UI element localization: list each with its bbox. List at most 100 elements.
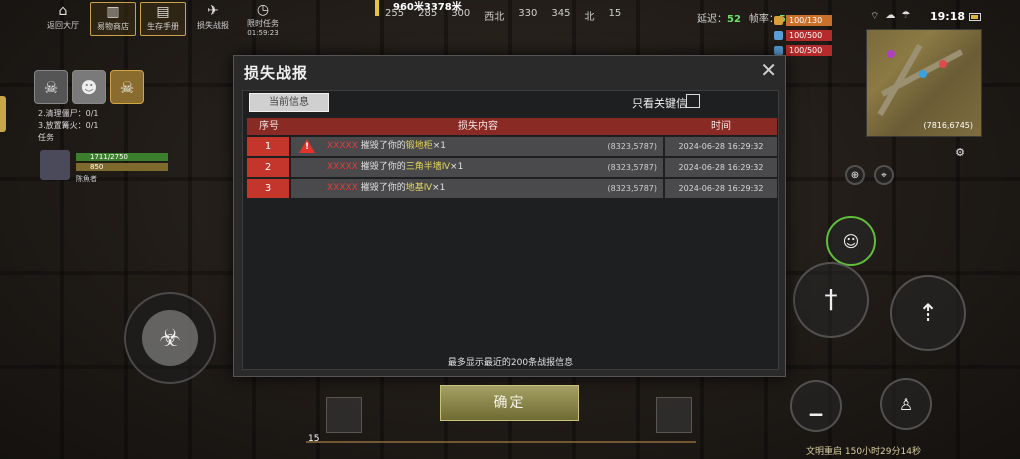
manual-icon: ▤ (156, 4, 170, 20)
team-avatar[interactable]: ☻ (72, 70, 106, 104)
weather-icon: ☂ (901, 10, 911, 21)
row-content: XXXXX 摧毁了你的地基Ⅳ×1 (8323,5787) (291, 179, 665, 198)
location-icon: ⌖ (881, 169, 887, 181)
compass-ticks: 255 285 300 西北 330 345 北 15 (385, 8, 621, 23)
table-row[interactable]: 1 XXXXX 摧毁了你的锻地柜×1 (8323,5787) 2024-06-2… (247, 137, 777, 156)
aim-toggle-button[interactable]: ⊕ (845, 165, 865, 185)
level-number: 15 (308, 434, 320, 444)
game-time-footer: 文明重启 150小时29分14秒 (806, 447, 921, 457)
battery-icon (969, 13, 981, 21)
loss-report-table: 序号 损失内容 时间 1 XXXXX 摧毁了你的锻地柜×1 (8323,5787… (247, 118, 777, 198)
top-menu: ⌂ 返回大厅 ▥ 易物商店 ▤ 生存手册 ✈ 损失战报 ◷ 限时任务 01:59… (40, 2, 286, 37)
team-avatars: ☠ ☻ ☠ (34, 70, 144, 104)
tab-current-info[interactable]: 当前信息 (249, 93, 329, 112)
player-sp-bar: 850 (76, 163, 168, 171)
quest-item: 3.放置篝火：0/1 (38, 121, 99, 130)
prone-icon: ▁ (809, 396, 823, 416)
movement-joystick[interactable]: ☣ (124, 292, 216, 384)
crosshair-icon: ⊕ (850, 169, 860, 181)
quest-list[interactable]: 2.清理僵尸：0/1 3.放置篝火：0/1 任务 (38, 108, 99, 144)
resource-bars: 100/130 100/500 100/500 (774, 14, 832, 59)
prone-button[interactable]: ▁ (790, 380, 842, 432)
compass-tick: 北 (584, 12, 595, 23)
resource-health: 100/500 (774, 29, 832, 42)
hotbar-slot[interactable] (656, 397, 692, 433)
crouch-icon: ♙ (898, 394, 914, 414)
skull-icon: ☠ (43, 77, 59, 97)
column-header-time: 时间 (711, 121, 731, 132)
row-index: 3 (247, 179, 291, 198)
player-marker-icon (919, 70, 927, 78)
hunger-icon (774, 16, 783, 25)
row-time: 2024-06-28 16:29:32 (665, 179, 777, 198)
minimap-coord: (7816,6745) (923, 121, 973, 130)
manual-button[interactable]: ▤ 生存手册 (140, 2, 186, 36)
row-content: XXXXX 摧毁了你的三角半墙Ⅳ×1 (8323,5787) (291, 158, 665, 177)
loss-report-label: 损失战报 (197, 21, 229, 30)
loss-count: ×1 (450, 162, 464, 172)
loss-coord[interactable]: (8323,5787) (607, 179, 657, 198)
settings-button[interactable]: ⚙ (950, 142, 970, 162)
lobby-button[interactable]: ⌂ 返回大厅 (40, 2, 86, 36)
target-name: 三角半墙Ⅳ (405, 162, 451, 172)
table-row[interactable]: 2 XXXXX 摧毁了你的三角半墙Ⅳ×1 (8323,5787) 2024-06… (247, 158, 777, 177)
manual-label: 生存手册 (147, 22, 179, 31)
latency-value: 52 (727, 14, 741, 25)
compass-tick: 西北 (484, 12, 505, 23)
attacker-name[interactable]: XXXXX (327, 141, 358, 151)
wifi-icon: ⌔ (870, 11, 880, 22)
location-button[interactable]: ⌖ (874, 165, 894, 185)
poi-marker-icon (939, 60, 947, 68)
key-info-checkbox[interactable] (686, 94, 700, 108)
plane-icon: ✈ (207, 3, 219, 19)
loss-count: ×1 (432, 183, 446, 193)
attack-button[interactable]: † (793, 262, 869, 338)
close-icon[interactable]: ✕ (760, 60, 777, 80)
compass-tick: 330 (518, 8, 538, 19)
compass-marker (375, 0, 379, 16)
character-icon: ☻ (80, 77, 98, 97)
quest-header: 任务 (38, 133, 54, 142)
jump-button[interactable]: ⇡ (890, 275, 966, 351)
clock: 19:18 (930, 10, 966, 23)
timed-task-countdown: 01:59:23 (247, 29, 279, 37)
player-status: 1711/2750 850 陈魚者 (40, 150, 168, 184)
player-avatar (40, 150, 70, 180)
row-time: 2024-06-28 16:29:32 (665, 137, 777, 156)
compass-tick: 15 (608, 8, 622, 19)
column-header-content: 损失内容 (458, 121, 498, 132)
hotbar-slot[interactable] (326, 397, 362, 433)
team-avatar[interactable]: ☠ (34, 70, 68, 104)
jump-icon: ⇡ (917, 299, 939, 327)
crouch-button[interactable]: ♙ (880, 378, 932, 430)
compass-tick: 345 (551, 8, 571, 19)
cloud-icon: ☁ (885, 10, 896, 21)
target-name: 锻地柜 (405, 141, 433, 151)
attacker-name[interactable]: XXXXX (327, 183, 358, 193)
table-row[interactable]: 3 XXXXX 摧毁了你的地基Ⅳ×1 (8323,5787) 2024-06-2… (247, 179, 777, 198)
warning-icon (299, 139, 315, 153)
minimap[interactable]: (7816,6745) (866, 29, 982, 137)
poi-marker-icon (887, 50, 895, 58)
loss-report-button[interactable]: ✈ 损失战报 (190, 2, 236, 36)
row-content: XXXXX 摧毁了你的锻地柜×1 (8323,5787) (291, 137, 665, 156)
gear-icon: ⚙ (955, 145, 965, 159)
exp-bar (306, 441, 696, 443)
side-panel-tab[interactable] (0, 96, 6, 132)
status-icons: ⌔ ☁ ☂ (870, 10, 910, 23)
shop-icon: ▥ (106, 4, 120, 20)
timed-task-button[interactable]: ◷ 限时任务 01:59:23 (240, 2, 286, 37)
player-name: 陈魚者 (76, 175, 97, 183)
row-index: 1 (247, 137, 291, 156)
shop-button[interactable]: ▥ 易物商店 (90, 2, 136, 36)
emote-button[interactable]: ☺ (826, 216, 876, 266)
player-hp-bar: 1711/2750 (76, 153, 168, 161)
compass-tick: 285 (418, 8, 438, 19)
hunger-value: 100/130 (786, 15, 832, 26)
biohazard-icon: ☣ (142, 310, 198, 366)
team-avatar[interactable]: ☠ (110, 70, 144, 104)
loss-coord[interactable]: (8323,5787) (607, 137, 657, 156)
loss-coord[interactable]: (8323,5787) (607, 158, 657, 177)
attacker-name[interactable]: XXXXX (327, 162, 358, 172)
confirm-button[interactable]: 确定 (440, 385, 579, 421)
